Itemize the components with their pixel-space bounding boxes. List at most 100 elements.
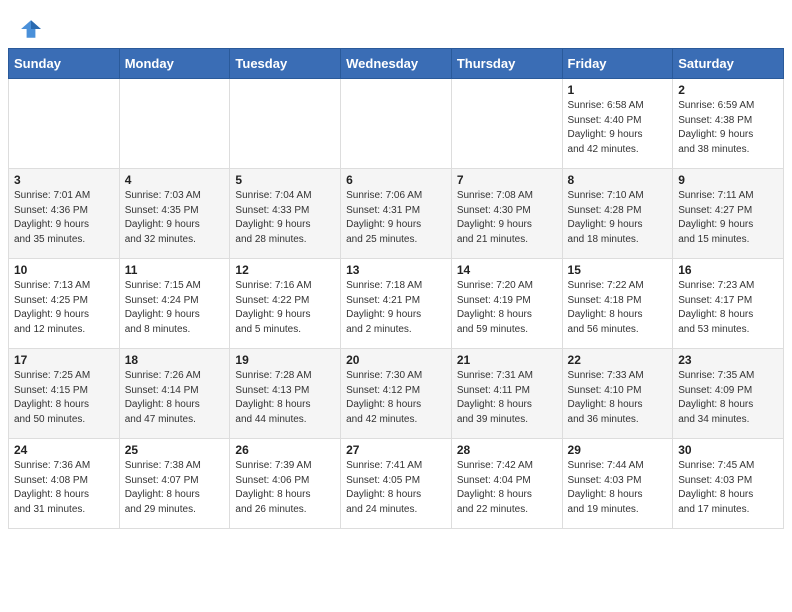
calendar-cell: 19 Sunrise: 7:28 AM Sunset: 4:13 PM Dayli… [230,349,341,439]
day-number: 6 [346,173,446,187]
calendar-cell: 17Sunrise: 7:25 AM Sunset: 4:15 PM Dayli… [9,349,120,439]
day-number: 9 [678,173,778,187]
calendar-table: SundayMondayTuesdayWednesdayThursdayFrid… [8,48,784,529]
day-number: 22 [568,353,668,367]
calendar-cell: 15 Sunrise: 7:22 AM Sunset: 4:18 PM Dayli… [562,259,673,349]
calendar-cell: 16 Sunrise: 7:23 AM Sunset: 4:17 PM Dayli… [673,259,784,349]
day-info: Sunrise: 7:23 AM Sunset: 4:17 PM Dayligh… [678,279,778,337]
day-number: 16 [678,263,778,277]
calendar-cell: 20 Sunrise: 7:30 AM Sunset: 4:12 PM Dayli… [341,349,452,439]
calendar-cell: 25 Sunrise: 7:38 AM Sunset: 4:07 PM Dayli… [119,439,230,529]
calendar-cell: 21 Sunrise: 7:31 AM Sunset: 4:11 PM Dayli… [451,349,562,439]
day-number: 24 [14,443,114,457]
day-info: Sunrise: 7:38 AM Sunset: 4:07 PM Dayligh… [125,459,225,517]
day-number: 3 [14,173,114,187]
day-info: Sunrise: 7:35 AM Sunset: 4:09 PM Dayligh… [678,369,778,427]
logo-icon [20,18,42,40]
day-number: 8 [568,173,668,187]
calendar-cell: 12 Sunrise: 7:16 AM Sunset: 4:22 PM Dayli… [230,259,341,349]
day-info: Sunrise: 7:03 AM Sunset: 4:35 PM Dayligh… [125,189,225,247]
day-info: Sunrise: 7:26 AM Sunset: 4:14 PM Dayligh… [125,369,225,427]
day-number: 23 [678,353,778,367]
calendar-week-2: 3 Sunrise: 7:01 AM Sunset: 4:36 PM Daylig… [9,169,784,259]
day-info: Sunrise: 7:31 AM Sunset: 4:11 PM Dayligh… [457,369,557,427]
day-number: 21 [457,353,557,367]
calendar-cell: 6 Sunrise: 7:06 AM Sunset: 4:31 PM Daylig… [341,169,452,259]
day-number: 5 [235,173,335,187]
day-info: Sunrise: 7:04 AM Sunset: 4:33 PM Dayligh… [235,189,335,247]
day-info: Sunrise: 7:22 AM Sunset: 4:18 PM Dayligh… [568,279,668,337]
day-number: 15 [568,263,668,277]
day-number: 4 [125,173,225,187]
day-number: 20 [346,353,446,367]
weekday-header-monday: Monday [119,49,230,79]
day-info: Sunrise: 7:06 AM Sunset: 4:31 PM Dayligh… [346,189,446,247]
day-number: 2 [678,83,778,97]
day-number: 30 [678,443,778,457]
day-number: 11 [125,263,225,277]
day-number: 17 [14,353,114,367]
day-info: Sunrise: 7:36 AM Sunset: 4:08 PM Dayligh… [14,459,114,517]
day-info: Sunrise: 7:08 AM Sunset: 4:30 PM Dayligh… [457,189,557,247]
calendar-cell: 10 Sunrise: 7:13 AM Sunset: 4:25 PM Dayli… [9,259,120,349]
calendar-cell: 5 Sunrise: 7:04 AM Sunset: 4:33 PM Daylig… [230,169,341,259]
day-info: Sunrise: 6:59 AM Sunset: 4:38 PM Dayligh… [678,99,778,157]
calendar-cell: 28 Sunrise: 7:42 AM Sunset: 4:04 PM Dayli… [451,439,562,529]
calendar-cell: 30 Sunrise: 7:45 AM Sunset: 4:03 PM Dayli… [673,439,784,529]
calendar-cell: 14 Sunrise: 7:20 AM Sunset: 4:19 PM Dayli… [451,259,562,349]
calendar-cell: 18 Sunrise: 7:26 AM Sunset: 4:14 PM Dayli… [119,349,230,439]
day-number: 26 [235,443,335,457]
day-info: Sunrise: 7:13 AM Sunset: 4:25 PM Dayligh… [14,279,114,337]
day-number: 1 [568,83,668,97]
calendar-header: SundayMondayTuesdayWednesdayThursdayFrid… [9,49,784,79]
day-info: Sunrise: 7:28 AM Sunset: 4:13 PM Dayligh… [235,369,335,427]
day-info: Sunrise: 7:30 AM Sunset: 4:12 PM Dayligh… [346,369,446,427]
calendar-cell: 22 Sunrise: 7:33 AM Sunset: 4:10 PM Dayli… [562,349,673,439]
day-info: Sunrise: 7:33 AM Sunset: 4:10 PM Dayligh… [568,369,668,427]
day-info: Sunrise: 7:10 AM Sunset: 4:28 PM Dayligh… [568,189,668,247]
day-info: Sunrise: 7:16 AM Sunset: 4:22 PM Dayligh… [235,279,335,337]
day-info: Sunrise: 7:41 AM Sunset: 4:05 PM Dayligh… [346,459,446,517]
calendar-cell: 23 Sunrise: 7:35 AM Sunset: 4:09 PM Dayli… [673,349,784,439]
page-header [0,0,792,48]
day-info: Sunrise: 7:01 AM Sunset: 4:36 PM Dayligh… [14,189,114,247]
weekday-header-saturday: Saturday [673,49,784,79]
calendar-cell: 1 Sunrise: 6:58 AM Sunset: 4:40 PM Daylig… [562,79,673,169]
calendar-week-4: 17Sunrise: 7:25 AM Sunset: 4:15 PM Dayli… [9,349,784,439]
day-number: 10 [14,263,114,277]
calendar-cell [119,79,230,169]
day-info: Sunrise: 7:42 AM Sunset: 4:04 PM Dayligh… [457,459,557,517]
day-info: Sunrise: 7:39 AM Sunset: 4:06 PM Dayligh… [235,459,335,517]
day-info: Sunrise: 6:58 AM Sunset: 4:40 PM Dayligh… [568,99,668,157]
weekday-header-tuesday: Tuesday [230,49,341,79]
day-info: Sunrise: 7:20 AM Sunset: 4:19 PM Dayligh… [457,279,557,337]
day-info: Sunrise: 7:18 AM Sunset: 4:21 PM Dayligh… [346,279,446,337]
calendar-cell: 27Sunrise: 7:41 AM Sunset: 4:05 PM Dayli… [341,439,452,529]
calendar-week-3: 10 Sunrise: 7:13 AM Sunset: 4:25 PM Dayli… [9,259,784,349]
logo [20,18,46,40]
day-number: 19 [235,353,335,367]
weekday-header-friday: Friday [562,49,673,79]
calendar-cell [341,79,452,169]
calendar-cell: 13 Sunrise: 7:18 AM Sunset: 4:21 PM Dayli… [341,259,452,349]
calendar-cell: 8 Sunrise: 7:10 AM Sunset: 4:28 PM Daylig… [562,169,673,259]
calendar-cell: 7Sunrise: 7:08 AM Sunset: 4:30 PM Daylig… [451,169,562,259]
calendar-cell [230,79,341,169]
calendar-cell: 26 Sunrise: 7:39 AM Sunset: 4:06 PM Dayli… [230,439,341,529]
calendar-cell: 9 Sunrise: 7:11 AM Sunset: 4:27 PM Daylig… [673,169,784,259]
calendar-cell: 2 Sunrise: 6:59 AM Sunset: 4:38 PM Daylig… [673,79,784,169]
calendar-week-5: 24 Sunrise: 7:36 AM Sunset: 4:08 PM Dayli… [9,439,784,529]
day-info: Sunrise: 7:15 AM Sunset: 4:24 PM Dayligh… [125,279,225,337]
day-number: 25 [125,443,225,457]
day-number: 28 [457,443,557,457]
day-number: 14 [457,263,557,277]
day-number: 12 [235,263,335,277]
day-info: Sunrise: 7:44 AM Sunset: 4:03 PM Dayligh… [568,459,668,517]
calendar-cell [9,79,120,169]
day-number: 18 [125,353,225,367]
day-info: Sunrise: 7:45 AM Sunset: 4:03 PM Dayligh… [678,459,778,517]
day-number: 13 [346,263,446,277]
weekday-header-sunday: Sunday [9,49,120,79]
calendar: SundayMondayTuesdayWednesdayThursdayFrid… [0,48,792,537]
day-info: Sunrise: 7:11 AM Sunset: 4:27 PM Dayligh… [678,189,778,247]
